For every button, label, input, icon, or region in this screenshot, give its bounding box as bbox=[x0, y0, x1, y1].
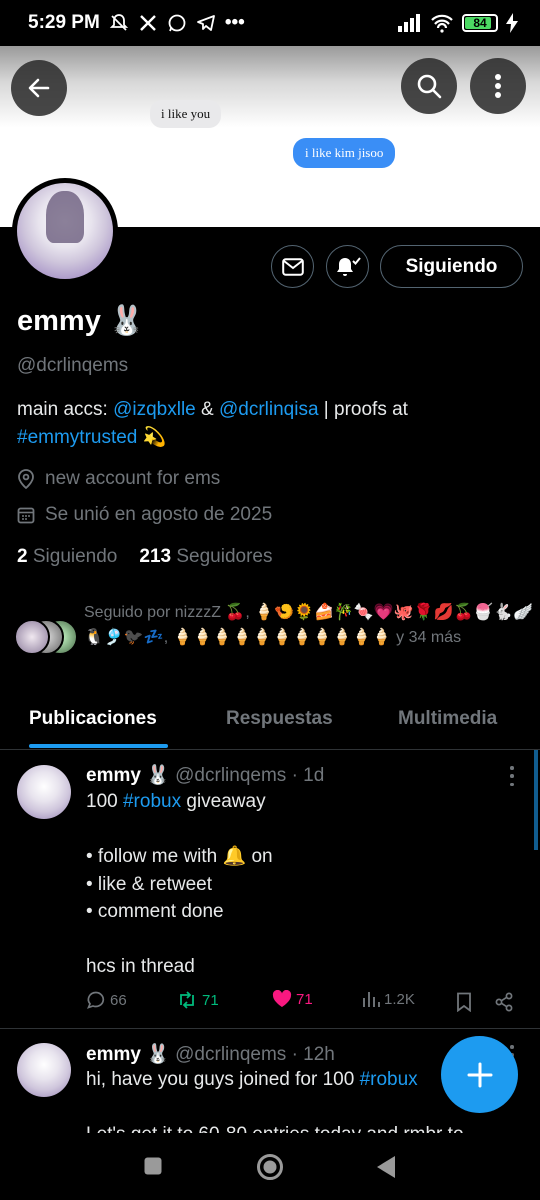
tweet-divider bbox=[0, 1028, 540, 1029]
location-pin-icon bbox=[18, 469, 34, 489]
bio-mention-dcrlinqisa[interactable]: @dcrlinqisa bbox=[219, 399, 319, 420]
tweet-more-button[interactable] bbox=[504, 766, 520, 786]
tweet-hashtag[interactable]: #robux bbox=[123, 791, 181, 812]
heart-icon bbox=[272, 990, 292, 1007]
profile-tabs: Publicaciones Respuestas Multimedia bbox=[0, 700, 540, 750]
scrollbar[interactable] bbox=[534, 750, 538, 850]
share-icon[interactable] bbox=[494, 992, 514, 1012]
search-button[interactable] bbox=[401, 58, 457, 114]
profile-avatar[interactable] bbox=[12, 178, 118, 284]
followers-count-link[interactable]: 213 Seguidores bbox=[139, 546, 272, 568]
recents-square-icon[interactable] bbox=[144, 1157, 162, 1175]
notifications-button[interactable] bbox=[326, 245, 369, 288]
following-label: Siguiendo bbox=[32, 546, 118, 567]
bio-text: & bbox=[195, 399, 219, 420]
compose-button[interactable] bbox=[441, 1036, 518, 1113]
telegram-icon bbox=[196, 15, 215, 31]
following-count: 2 bbox=[17, 546, 28, 567]
tweet-text: 100 #robux giveaway • follow me with 🔔 o… bbox=[86, 788, 516, 981]
back-button[interactable] bbox=[11, 60, 67, 116]
tweet-hashtag[interactable]: #robux bbox=[360, 1069, 418, 1090]
status-bar: 5:29 PM ••• 84 bbox=[0, 0, 540, 46]
retweet-button[interactable]: 71 bbox=[176, 990, 219, 1010]
reply-count: 66 bbox=[110, 991, 127, 1009]
tweet-avatar[interactable] bbox=[17, 1043, 71, 1097]
tweet-header: emmy 🐰 @dcrlinqems · 12h bbox=[86, 1042, 335, 1066]
profile-joined: Se unió en agosto de 2025 bbox=[17, 504, 272, 526]
reply-icon bbox=[87, 991, 105, 1009]
like-count: 71 bbox=[296, 990, 313, 1008]
more-options-button[interactable] bbox=[470, 58, 526, 114]
profile-handle: @dcrlinqems bbox=[17, 355, 129, 376]
whatsapp-icon bbox=[168, 14, 186, 32]
location-text: new account for ems bbox=[45, 468, 221, 489]
message-button[interactable] bbox=[271, 245, 314, 288]
follower-avatar bbox=[14, 619, 50, 655]
clock: 5:29 PM bbox=[28, 12, 100, 33]
tab-media[interactable]: Multimedia bbox=[398, 708, 497, 730]
retweet-icon bbox=[180, 991, 194, 1009]
system-nav-bar bbox=[0, 1133, 540, 1200]
x-logo-icon bbox=[139, 15, 156, 31]
follow-counts: 2 Siguiendo 213 Seguidores bbox=[17, 546, 273, 568]
envelope-icon bbox=[281, 257, 304, 276]
tweet-handle-time: @dcrlinqems · 1d bbox=[175, 765, 325, 786]
bio-text: 💫 bbox=[137, 427, 167, 448]
profile-location: new account for ems bbox=[17, 468, 220, 490]
bio-mention-izqbxlle[interactable]: @izqbxlle bbox=[113, 399, 196, 420]
tweet-handle-time: @dcrlinqems · 12h bbox=[175, 1044, 335, 1065]
followers-count: 213 bbox=[139, 546, 172, 567]
joined-text: Se unió en agosto de 2025 bbox=[45, 504, 273, 525]
banner-message-left: i like you bbox=[150, 100, 222, 128]
followers-label: Seguidores bbox=[176, 546, 273, 567]
tab-replies[interactable]: Respuestas bbox=[226, 708, 333, 730]
following-count-link[interactable]: 2 Siguiendo bbox=[17, 546, 117, 568]
tweet-text-part: Let's get it to 60-80 entries today and … bbox=[86, 1124, 464, 1133]
following-button[interactable]: Siguiendo bbox=[380, 245, 523, 288]
display-name: emmy 🐰 bbox=[17, 305, 145, 337]
views-chart-icon bbox=[363, 992, 380, 1007]
followed-by-text: Seguido por nizzzZ 🍒, 🍦🍤🌻🍰🎋🍬💗🐙🌹💋🍒🍧🐇🪽🐧🎐🐦‍… bbox=[84, 604, 534, 646]
views-button[interactable]: 1.2K bbox=[362, 990, 415, 1008]
bio-text: main accs: bbox=[17, 399, 114, 420]
arrow-left-icon bbox=[28, 78, 50, 98]
tweet-text-part: giveaway • follow me with 🔔 on • like & … bbox=[86, 791, 273, 977]
bell-check-icon bbox=[336, 256, 361, 276]
reply-button[interactable]: 66 bbox=[86, 990, 127, 1010]
battery-indicator: 84 bbox=[462, 14, 498, 32]
tweet-avatar[interactable] bbox=[17, 765, 71, 819]
home-circle-icon[interactable] bbox=[256, 1153, 284, 1181]
tweet-author-name[interactable]: emmy 🐰 bbox=[86, 765, 170, 786]
view-count: 1.2K bbox=[384, 990, 415, 1008]
banner-message-right: i like kim jisoo bbox=[293, 138, 396, 168]
charging-icon bbox=[506, 13, 518, 33]
tweet-text-part: hi, have you guys joined for 100 bbox=[86, 1069, 360, 1090]
tweet-author-name[interactable]: emmy 🐰 bbox=[86, 1044, 170, 1065]
tab-posts[interactable]: Publicaciones bbox=[29, 708, 157, 730]
plus-icon bbox=[467, 1062, 492, 1087]
profile-bio: main accs: @izqbxlle & @dcrlinqisa | pro… bbox=[17, 396, 527, 452]
calendar-icon bbox=[17, 507, 35, 524]
back-triangle-icon[interactable] bbox=[376, 1155, 396, 1179]
tweet-actions: 66 71 71 1.2K bbox=[86, 990, 526, 1016]
tweet-text-part: 100 bbox=[86, 791, 123, 812]
search-icon bbox=[417, 74, 442, 99]
bookmark-icon[interactable] bbox=[456, 992, 472, 1012]
mute-bell-icon bbox=[109, 14, 128, 31]
signal-icon bbox=[398, 14, 420, 32]
more-vertical-icon bbox=[495, 74, 501, 98]
tweet-header: emmy 🐰 @dcrlinqems · 1d bbox=[86, 763, 324, 787]
more-notifications: ••• bbox=[224, 12, 245, 33]
bio-hashtag[interactable]: #emmytrusted bbox=[17, 427, 137, 448]
active-tab-indicator bbox=[29, 744, 168, 748]
bio-text: | proofs at bbox=[318, 399, 408, 420]
wifi-icon bbox=[431, 14, 453, 33]
like-button[interactable]: 71 bbox=[272, 990, 313, 1008]
retweet-count: 71 bbox=[202, 991, 219, 1009]
